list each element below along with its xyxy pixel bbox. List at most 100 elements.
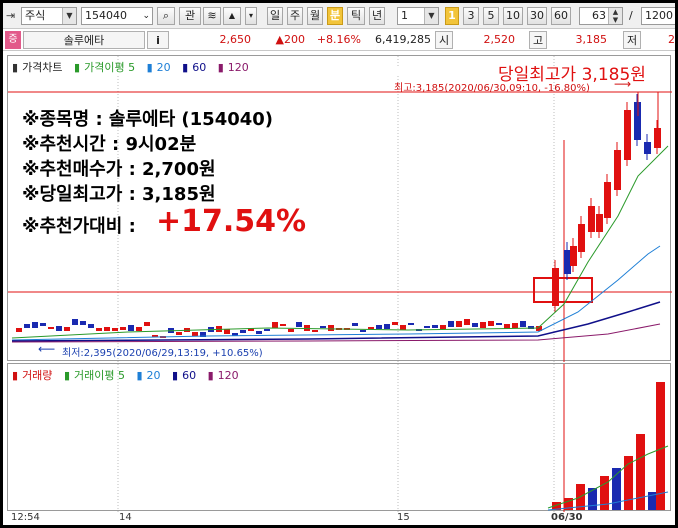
candle <box>288 329 294 332</box>
low-marker-label: 최저:2,395(2020/06/29,13:19, +10.65%) <box>62 348 263 359</box>
info-stock-name: ※종목명 : 솔루에타 (154040) <box>22 109 274 130</box>
panel-toggle-icon[interactable]: ⇥ <box>6 9 15 22</box>
stepper-icon[interactable]: ▲ <box>223 7 241 25</box>
high-marker-label: 최고:3,185(2020/06/30,09:10, -16.80%) <box>394 83 590 94</box>
candle <box>96 328 102 331</box>
chart-window: ⇥ 주식 ▼ 154040 ⌄ ⌕ 관 ≋ ▲ ▾ 일 주 월 분 틱 년 1 … <box>3 3 675 525</box>
candle <box>120 327 126 330</box>
ma20-line <box>11 245 661 341</box>
legend-ma5: ▮ 가격이평 5 <box>74 61 136 74</box>
candle <box>16 328 22 332</box>
search-button[interactable]: ⌕ <box>157 7 175 25</box>
candle <box>40 323 46 326</box>
legend-ma60: ▮ 60 <box>182 61 207 74</box>
candle <box>564 250 571 274</box>
price-chart-panel[interactable]: ▮ 가격차트 ▮ 가격이평 5 ▮ 20 ▮ 60 ▮ 120 당일최고가 3,185원 … <box>7 55 672 362</box>
candle <box>264 329 270 331</box>
info-recommend-time: ※추천시간 : 9시02분 <box>22 134 197 155</box>
minute-5-button[interactable]: 5 <box>483 7 499 25</box>
interval-select[interactable]: 1 ▼ <box>397 7 439 25</box>
candle <box>320 326 326 328</box>
candle <box>512 323 518 328</box>
stock-code-input[interactable]: 154040 ⌄ <box>81 7 153 25</box>
minute-10-button[interactable]: 10 <box>503 7 523 25</box>
link-button[interactable]: 관 <box>179 7 201 25</box>
candle <box>56 326 62 331</box>
candle <box>304 325 310 331</box>
high-price: 3,185 <box>575 33 608 46</box>
price-chart-canvas <box>8 56 672 362</box>
legend-vol-ma20: ▮ 20 <box>136 369 161 382</box>
candle <box>176 332 182 335</box>
time-label: 14 <box>119 512 132 523</box>
minute-30-button[interactable]: 30 <box>527 7 547 25</box>
candle <box>136 327 142 331</box>
volume-chart-panel[interactable]: ▮ 거래량 ▮ 거래이평 5 ▮ 20 ▮ 60 ▮ 120 <box>7 363 671 512</box>
candle <box>408 323 414 325</box>
candle <box>352 323 358 326</box>
legend-vol-ma120-label: 120 <box>217 369 239 382</box>
volume-chart-canvas <box>117 364 669 512</box>
minute-60-button[interactable]: 60 <box>551 7 571 25</box>
candle <box>624 110 631 160</box>
candle <box>64 327 70 331</box>
candle <box>472 323 478 327</box>
minute-1-button[interactable]: 1 <box>445 7 459 25</box>
period-minute[interactable]: 분 <box>327 7 343 25</box>
legend-vol-ma120: ▮ 120 <box>207 369 239 382</box>
legend-vol-ma5: ▮ 거래이평 5 <box>63 369 125 382</box>
candle <box>448 321 454 327</box>
open-price: 2,520 <box>483 33 516 46</box>
toolbar: ⇥ 주식 ▼ 154040 ⌄ ⌕ 관 ≋ ▲ ▾ 일 주 월 분 틱 년 1 … <box>3 3 675 29</box>
candle <box>596 214 603 232</box>
sync-icon[interactable]: ≋ <box>203 7 221 25</box>
count-stepper[interactable]: 63 ▲ ▼ <box>579 7 623 25</box>
screenshot-frame: ⇥ 주식 ▼ 154040 ⌄ ⌕ 관 ≋ ▲ ▾ 일 주 월 분 틱 년 1 … <box>0 0 678 528</box>
time-label: 12:54 <box>11 512 40 523</box>
candle <box>80 321 86 325</box>
period-month[interactable]: 월 <box>307 7 323 25</box>
chevron-down-icon: ▼ <box>62 8 76 24</box>
candle <box>432 325 438 328</box>
chevron-down-icon: ⌄ <box>142 11 150 21</box>
candle <box>112 328 118 331</box>
info-button[interactable]: i <box>147 31 169 49</box>
time-label: 06/30 <box>551 512 583 523</box>
minute-3-button[interactable]: 3 <box>463 7 479 25</box>
chevron-down-icon: ▼ <box>424 8 438 24</box>
period-year[interactable]: 년 <box>369 7 385 25</box>
volume-bar <box>588 488 597 510</box>
info-compare-value: +17.54% <box>156 204 307 239</box>
info-compare-label: ※추천가대비 : <box>22 216 136 237</box>
candle <box>272 322 278 328</box>
candle <box>312 330 318 332</box>
candle <box>360 330 366 332</box>
total-count-input[interactable]: 1200 <box>641 7 675 25</box>
period-tick[interactable]: 틱 <box>347 7 365 25</box>
trade-volume: 6,419,285 <box>375 33 431 46</box>
candle <box>578 224 585 252</box>
candle <box>456 321 462 327</box>
candle <box>72 319 78 325</box>
candle <box>488 321 494 326</box>
market-type-value: 주식 <box>25 9 46 22</box>
legend-vol-ma5-label: 거래이평 5 <box>74 369 125 382</box>
entry-highlight-box <box>533 277 593 303</box>
candle <box>224 329 230 334</box>
legend-ma120-label: 120 <box>227 61 249 74</box>
legend-ma60-label: 60 <box>192 61 207 74</box>
period-day[interactable]: 일 <box>267 7 283 25</box>
period-week[interactable]: 주 <box>287 7 303 25</box>
open-label: 시 <box>435 31 453 49</box>
chevron-down-icon[interactable]: ▾ <box>245 7 257 25</box>
time-axis: 12:54 14 15 06/30 <box>7 511 671 525</box>
market-type-select[interactable]: 주식 ▼ <box>21 7 77 25</box>
candle <box>464 319 470 325</box>
low-label: 저 <box>623 31 641 49</box>
price-legend: ▮ 가격차트 ▮ 가격이평 5 ▮ 20 ▮ 60 ▮ 120 <box>12 59 257 75</box>
price-change: ▲200 <box>275 33 305 46</box>
high-label: 고 <box>529 31 547 49</box>
time-label: 15 <box>397 512 410 523</box>
spin-icon: ▲ ▼ <box>608 8 622 24</box>
market-badge: 증 <box>5 31 21 49</box>
